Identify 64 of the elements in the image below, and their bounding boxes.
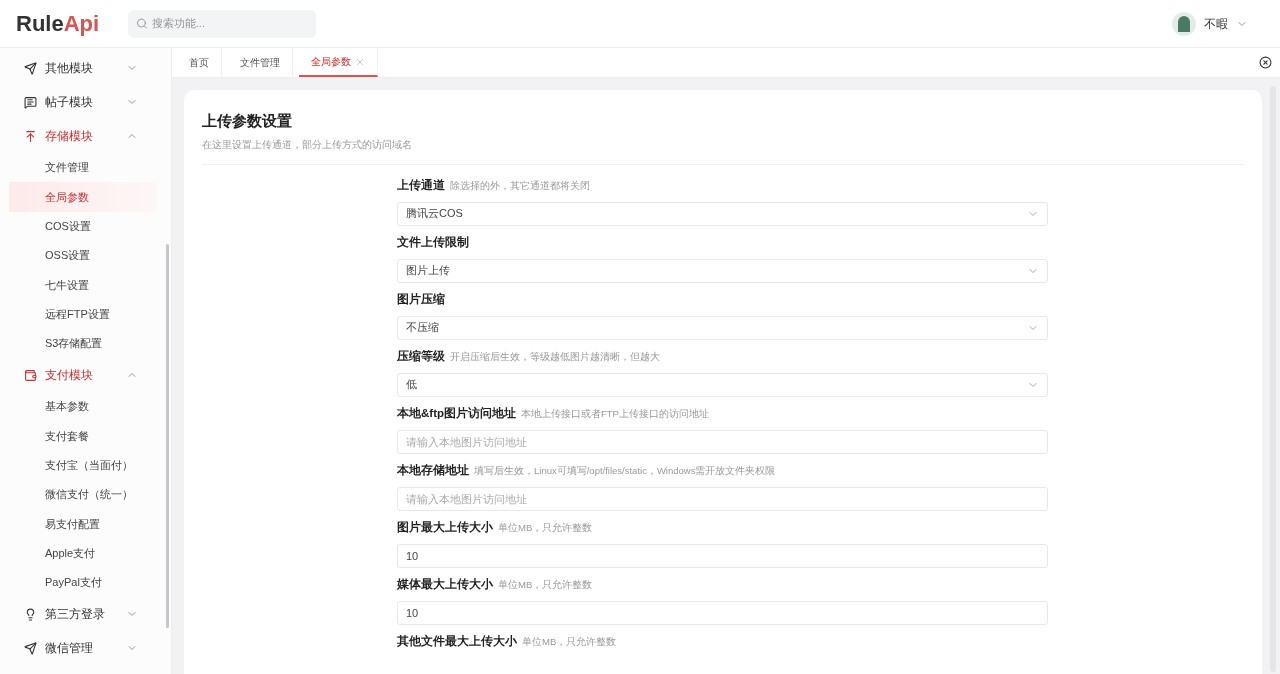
input-field[interactable]: 10	[397, 543, 1048, 568]
field-label: 媒体最大上传大小	[397, 576, 493, 592]
card-subtitle: 在这里设置上传通道，部分上传方式的访问域名	[202, 137, 413, 152]
menu-item[interactable]: PayPal支付	[9, 567, 157, 598]
upload-icon	[24, 129, 37, 143]
menu-item[interactable]: 远程FTP设置	[9, 299, 157, 329]
select-field[interactable]: 图片上传	[397, 258, 1048, 283]
menu-item[interactable]: 易支付配置	[9, 509, 157, 539]
select-field[interactable]: 低	[397, 372, 1048, 397]
message-icon	[24, 95, 37, 109]
input-field[interactable]: 请输入本地图片访问地址	[397, 486, 1048, 511]
field-label: 上传通道	[397, 177, 445, 193]
menu-item[interactable]: S3存储配置	[9, 328, 157, 359]
tab[interactable]: 全局参数	[299, 48, 378, 77]
menu-item[interactable]: 支付套餐	[9, 421, 157, 451]
field-label: 压缩等级	[397, 348, 445, 364]
menu-item[interactable]: 文件管理	[9, 153, 157, 183]
field-hint: 单位MB，只允许整数	[498, 520, 593, 535]
select-field[interactable]: 腾讯云COS	[397, 201, 1048, 226]
tab[interactable]: 首页	[177, 48, 222, 77]
close-all-icon[interactable]	[1259, 56, 1272, 69]
input-field[interactable]: 请输入本地图片访问地址	[397, 429, 1048, 454]
menu-item[interactable]: 微信支付（统一）	[9, 479, 157, 510]
tab[interactable]: 文件管理	[228, 48, 293, 77]
close-icon[interactable]	[355, 56, 365, 67]
field-label: 图片压缩	[397, 291, 445, 307]
menu-group[interactable]: 支付模块	[0, 358, 166, 393]
field-label: 其他文件最大上传大小	[397, 633, 517, 649]
menu-group[interactable]: 第三方登录	[0, 597, 166, 632]
menu-item[interactable]: 全局参数	[9, 182, 157, 212]
field-label: 文件上传限制	[397, 234, 469, 250]
paper-plane-icon	[24, 61, 37, 75]
field-hint: 单位MB，只允许整数	[522, 634, 617, 649]
field-hint: 单位MB，只允许整数	[498, 577, 593, 592]
input-field[interactable]: 10	[397, 600, 1048, 625]
user-name[interactable]: 不暇	[1204, 14, 1228, 33]
menu-group[interactable]: 帖子模块	[0, 85, 166, 119]
lightbulb-icon	[24, 607, 37, 621]
menu-group[interactable]: 其他模块	[0, 51, 166, 85]
search-field[interactable]: 搜索功能...	[128, 9, 316, 38]
search-icon	[136, 17, 148, 30]
menu-item[interactable]: COS设置	[9, 211, 157, 241]
menu-item[interactable]: OSS设置	[9, 240, 157, 271]
menu-item[interactable]: 基本参数	[9, 392, 157, 422]
select-field[interactable]: 不压缩	[397, 315, 1048, 340]
field-hint: 开启压缩后生效，等级越低图片越清晰，但越大	[450, 349, 660, 364]
user-avatar[interactable]	[1172, 11, 1196, 36]
menu-group[interactable]: 存储模块	[0, 119, 166, 153]
menu-item[interactable]: Apple支付	[9, 538, 157, 568]
paper-plane-icon	[24, 641, 37, 655]
scrollbar[interactable]	[166, 244, 169, 628]
wallet-icon	[24, 368, 37, 382]
menu-item[interactable]: 七牛设置	[9, 270, 157, 300]
card-title: 上传参数设置	[202, 111, 293, 131]
field-label: 本地&ftp图片访问地址	[397, 405, 516, 421]
field-hint: 填写后生效，Linux可填写/opt/files/static，Windows需开放文件夹权限	[474, 463, 776, 478]
field-label: 本地存储地址	[397, 462, 469, 478]
field-hint: 本地上传接口或者FTP上传接口的访问地址	[521, 406, 709, 421]
menu-group[interactable]: 微信管理	[0, 631, 166, 666]
menu-item[interactable]: 支付宝（当面付）	[9, 450, 157, 480]
field-hint: 除选择的外，其它通道都将关闭	[450, 178, 590, 193]
logo: RuleApi	[16, 10, 101, 38]
field-label: 图片最大上传大小	[397, 519, 493, 535]
search-input[interactable]: 搜索功能...	[151, 15, 308, 32]
